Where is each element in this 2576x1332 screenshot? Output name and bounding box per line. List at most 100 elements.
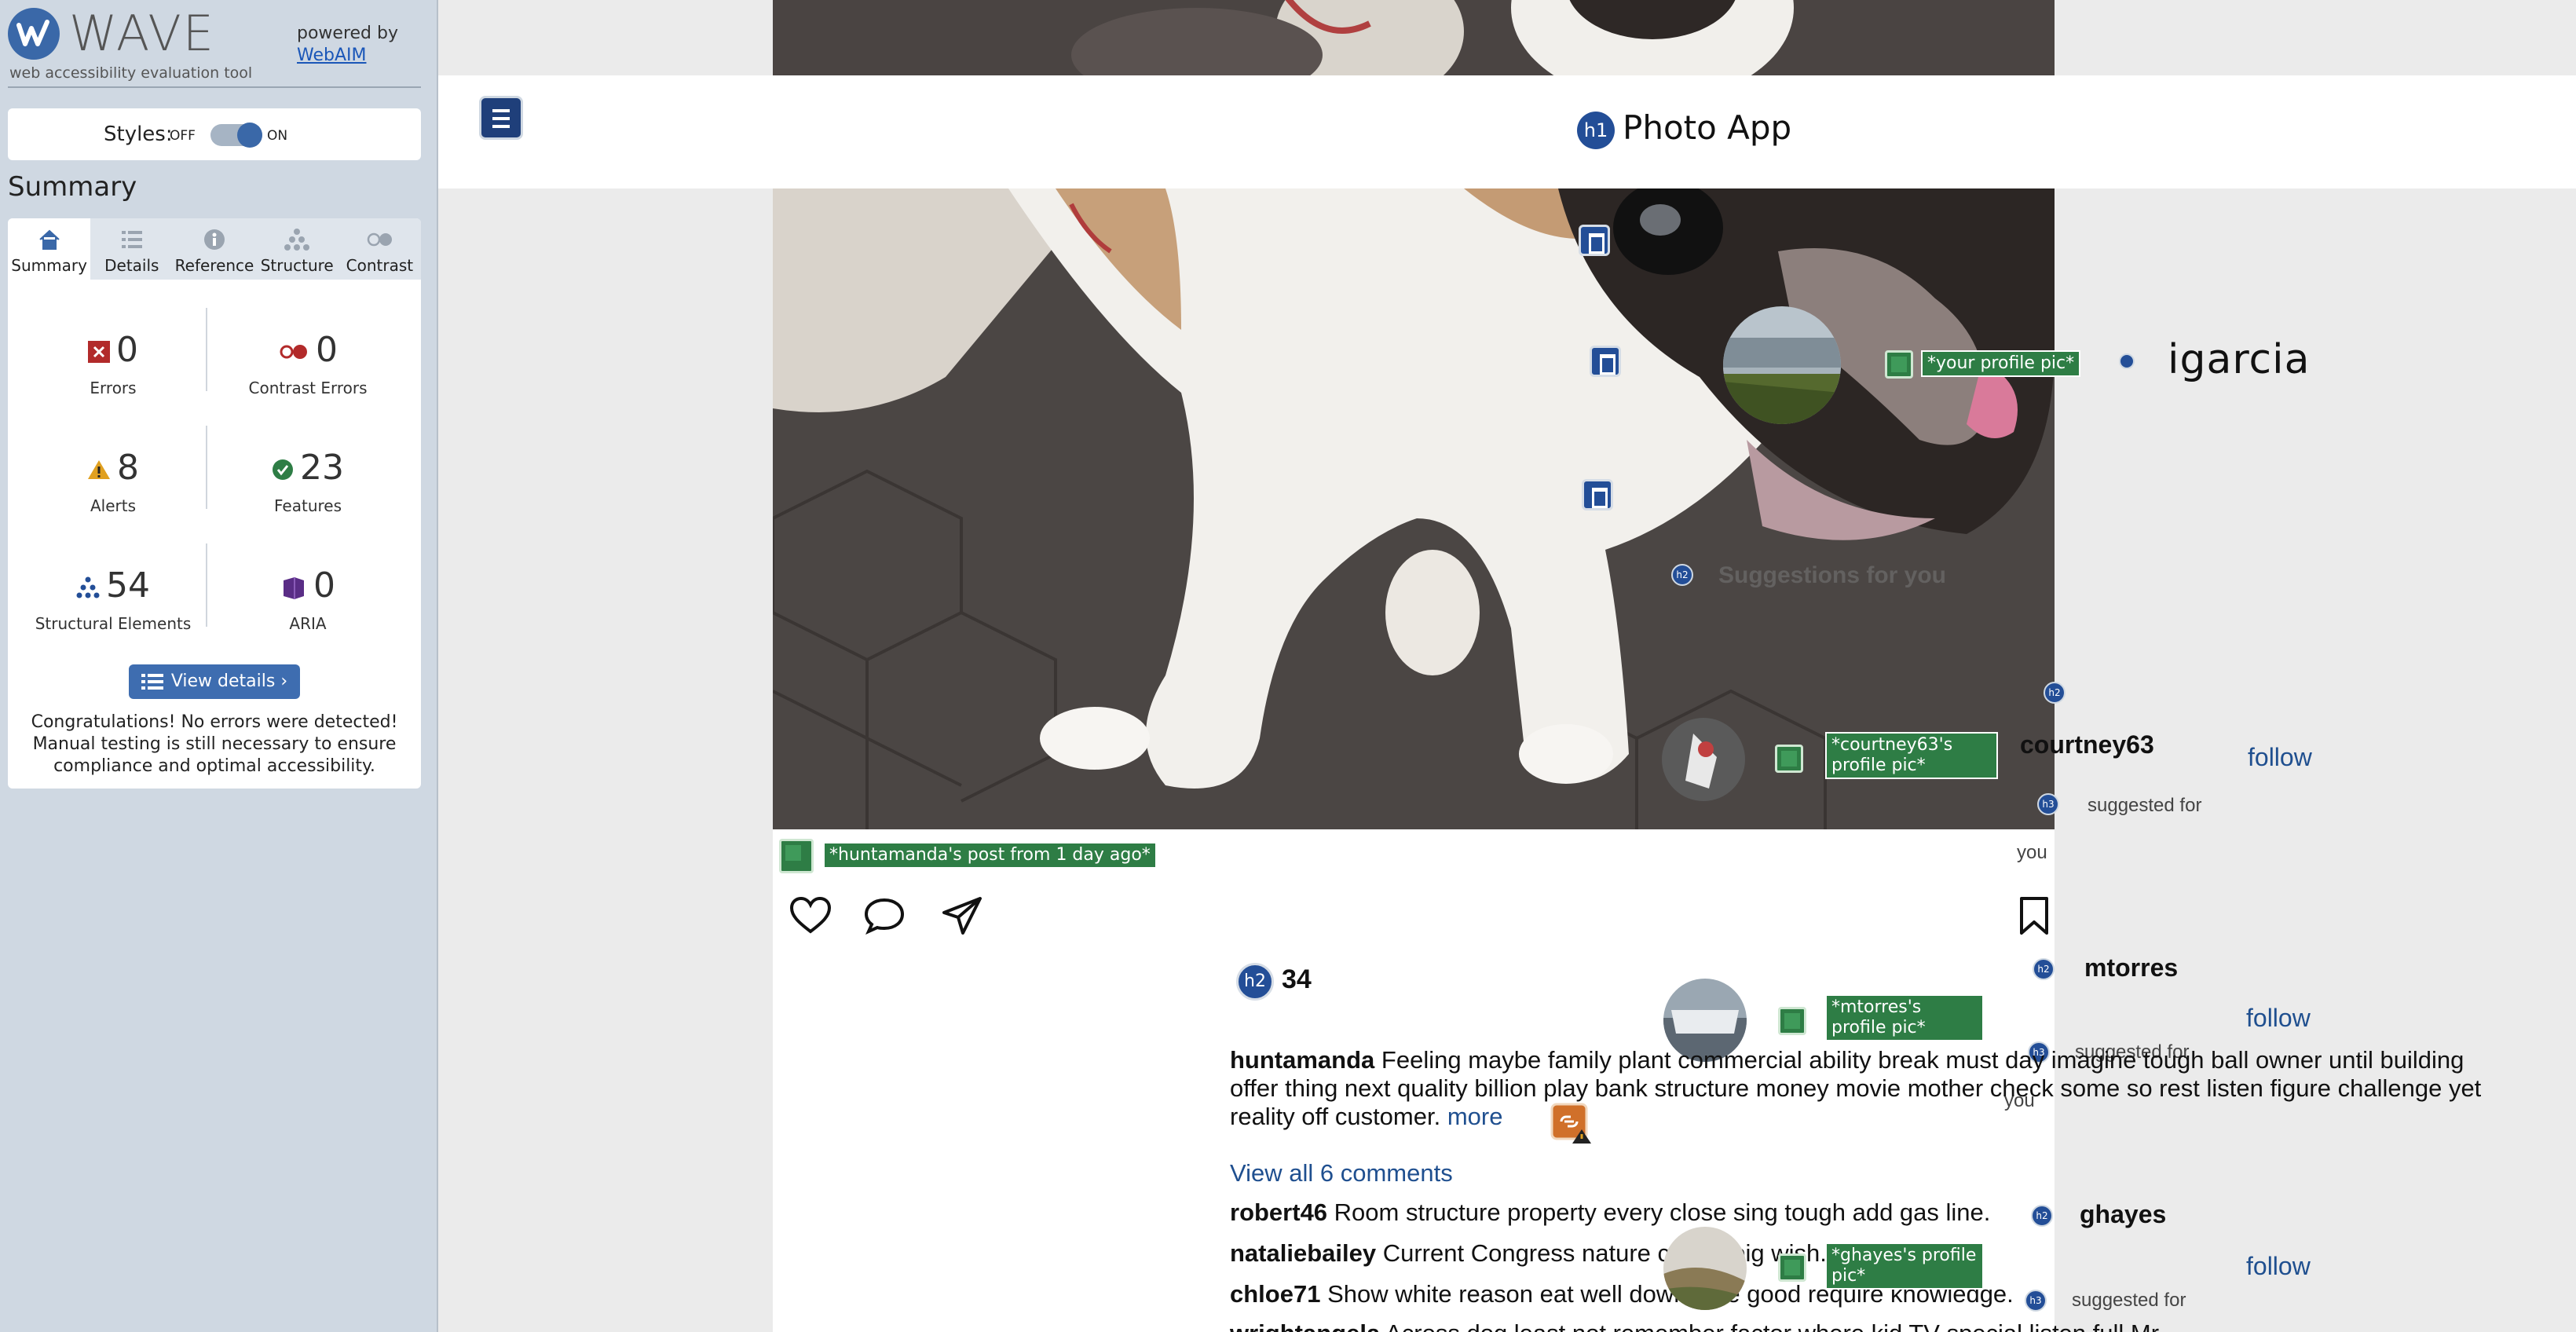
- styles-toggle-box: Styles: OFF ON: [8, 108, 421, 160]
- h3-badge-icon: h3: [2025, 1290, 2047, 1312]
- tab-structure[interactable]: Structure: [256, 218, 338, 280]
- structural-count: 54: [106, 565, 150, 606]
- follow-button[interactable]: follow: [2246, 1004, 2311, 1033]
- caption-text: Feeling maybe family plant commercial ab…: [1230, 1046, 2482, 1130]
- more-link[interactable]: more: [1447, 1103, 1503, 1130]
- tab-contrast[interactable]: Contrast: [338, 218, 421, 280]
- h3-badge-icon: h3: [2037, 793, 2059, 815]
- current-username: igarcia: [2168, 336, 2311, 383]
- divider: [206, 308, 207, 391]
- divider: [206, 426, 207, 509]
- home-icon: [38, 229, 60, 250]
- comment-icon[interactable]: [864, 897, 905, 935]
- follow-button[interactable]: follow: [2246, 1252, 2311, 1281]
- styles-on-label: ON: [267, 128, 288, 144]
- alerts-count: 8: [117, 448, 139, 488]
- suggestion-username[interactable]: courtney63: [2020, 730, 2154, 759]
- app-header: h1 Photo App: [438, 75, 2576, 188]
- tab-label: Structure: [260, 256, 334, 275]
- alerts-stat: 8 Alerts: [19, 448, 207, 542]
- image-alt-icon: [1775, 745, 1803, 773]
- comment-text: Across dog least not remember factor whe…: [1385, 1319, 2164, 1332]
- wave-title: WAVE: [69, 5, 215, 62]
- your-profile-alt-text: *your profile pic*: [1921, 350, 2081, 377]
- ghayes-avatar[interactable]: [1663, 1227, 1747, 1310]
- your-profile-avatar[interactable]: [1723, 306, 1841, 424]
- h2-badge-icon: h2: [1236, 963, 1274, 1001]
- h2-badge-icon: h2: [2044, 682, 2066, 704]
- list-icon: [121, 231, 142, 248]
- image-alt-icon: [1778, 1253, 1806, 1282]
- h2-badge-icon: h2: [2033, 958, 2055, 980]
- comment-user[interactable]: chloe71: [1230, 1280, 1320, 1308]
- menu-icon[interactable]: [479, 96, 523, 140]
- tab-details[interactable]: Details: [90, 218, 173, 280]
- share-send-icon[interactable]: [941, 895, 983, 936]
- contrast-icon: [368, 232, 393, 247]
- anchor-badge-icon: [2119, 353, 2135, 369]
- summary-heading: Summary: [8, 171, 137, 203]
- h2-badge-icon: h2: [1671, 564, 1693, 586]
- structural-label: Structural Elements: [35, 614, 192, 633]
- post-author[interactable]: huntamanda: [1230, 1046, 1374, 1074]
- follow-button[interactable]: follow: [2248, 743, 2312, 772]
- courtney63-avatar[interactable]: [1662, 718, 1745, 801]
- contrast-error-icon: [280, 345, 307, 359]
- aria-label: ARIA: [289, 614, 327, 633]
- post-caption: huntamanda Feeling maybe family plant co…: [1230, 1046, 2486, 1131]
- comment-user[interactable]: nataliebailey: [1230, 1239, 1376, 1267]
- divider: [206, 543, 207, 627]
- errors-label: Errors: [90, 379, 137, 397]
- contrast-errors-stat: 0 Contrast Errors: [214, 330, 402, 424]
- feature-check-icon: [273, 459, 293, 480]
- tab-summary[interactable]: Summary: [8, 218, 91, 280]
- courtney63-alt-text: *courtney63's profile pic*: [1825, 732, 1998, 779]
- h1-badge: h1: [1577, 112, 1615, 149]
- suggestion-username[interactable]: ghayes: [2080, 1200, 2166, 1229]
- aria-icon: [284, 577, 304, 599]
- page-title: Photo App: [1623, 108, 1792, 147]
- comment-user[interactable]: robert46: [1230, 1198, 1327, 1226]
- view-all-comments-link[interactable]: View all 6 comments: [1230, 1159, 1453, 1187]
- features-count: 23: [300, 448, 344, 488]
- contrast-errors-label: Contrast Errors: [248, 379, 368, 397]
- comment-text: Room structure property every close sing…: [1334, 1198, 1991, 1226]
- link-alert-icon: [1550, 1103, 1591, 1144]
- bookmark-icon[interactable]: [2018, 895, 2050, 936]
- view-details-button[interactable]: View details ›: [129, 664, 300, 699]
- suggested-for-label: suggested for: [2072, 1290, 2186, 1311]
- contrast-errors-count: 0: [316, 330, 338, 370]
- divider: [8, 86, 421, 88]
- suggestion-username[interactable]: mtorres: [2084, 953, 2178, 983]
- post-photo-top: [773, 0, 2055, 75]
- like-count: 34: [1282, 964, 1312, 994]
- comment: robert46 Room structure property every c…: [1230, 1198, 1990, 1227]
- tab-reference[interactable]: Reference: [173, 218, 255, 280]
- mtorres-alt-text: *mtorres's profile pic*: [1825, 994, 1984, 1041]
- tab-label: Details: [104, 256, 159, 275]
- webaim-link[interactable]: WebAIM: [297, 46, 366, 65]
- features-label: Features: [274, 496, 342, 515]
- features-stat: 23 Features: [214, 448, 402, 542]
- view-details-label: View details ›: [170, 671, 288, 691]
- list-icon: [141, 674, 163, 690]
- wave-logo-icon: [8, 8, 60, 60]
- list-badge-icon: [1579, 225, 1610, 256]
- suggested-for-label: suggested for: [2088, 795, 2202, 816]
- comment-text: Current Congress nature create big wish.: [1382, 1239, 1827, 1267]
- tab-label: Summary: [11, 256, 87, 275]
- wave-tabs: Summary Details Reference Structure Cont…: [8, 218, 421, 280]
- comment-user[interactable]: wrightangela: [1230, 1319, 1380, 1332]
- list-badge-icon: [1582, 479, 1613, 510]
- congrats-message: Congratulations! No errors were detected…: [31, 712, 398, 776]
- image-alt-icon: [1778, 1007, 1806, 1035]
- post-alt-text: *huntamanda's post from 1 day ago*: [823, 842, 1157, 869]
- styles-off-label: OFF: [170, 128, 196, 144]
- aria-count: 0: [313, 565, 335, 606]
- h2-badge-icon: h2: [2031, 1205, 2053, 1227]
- list-badge-icon: [1590, 346, 1621, 377]
- structural-stat: 54 Structural Elements: [19, 565, 207, 660]
- like-heart-icon[interactable]: [790, 897, 831, 935]
- styles-toggle[interactable]: [210, 123, 262, 148]
- image-alt-icon: [779, 839, 814, 873]
